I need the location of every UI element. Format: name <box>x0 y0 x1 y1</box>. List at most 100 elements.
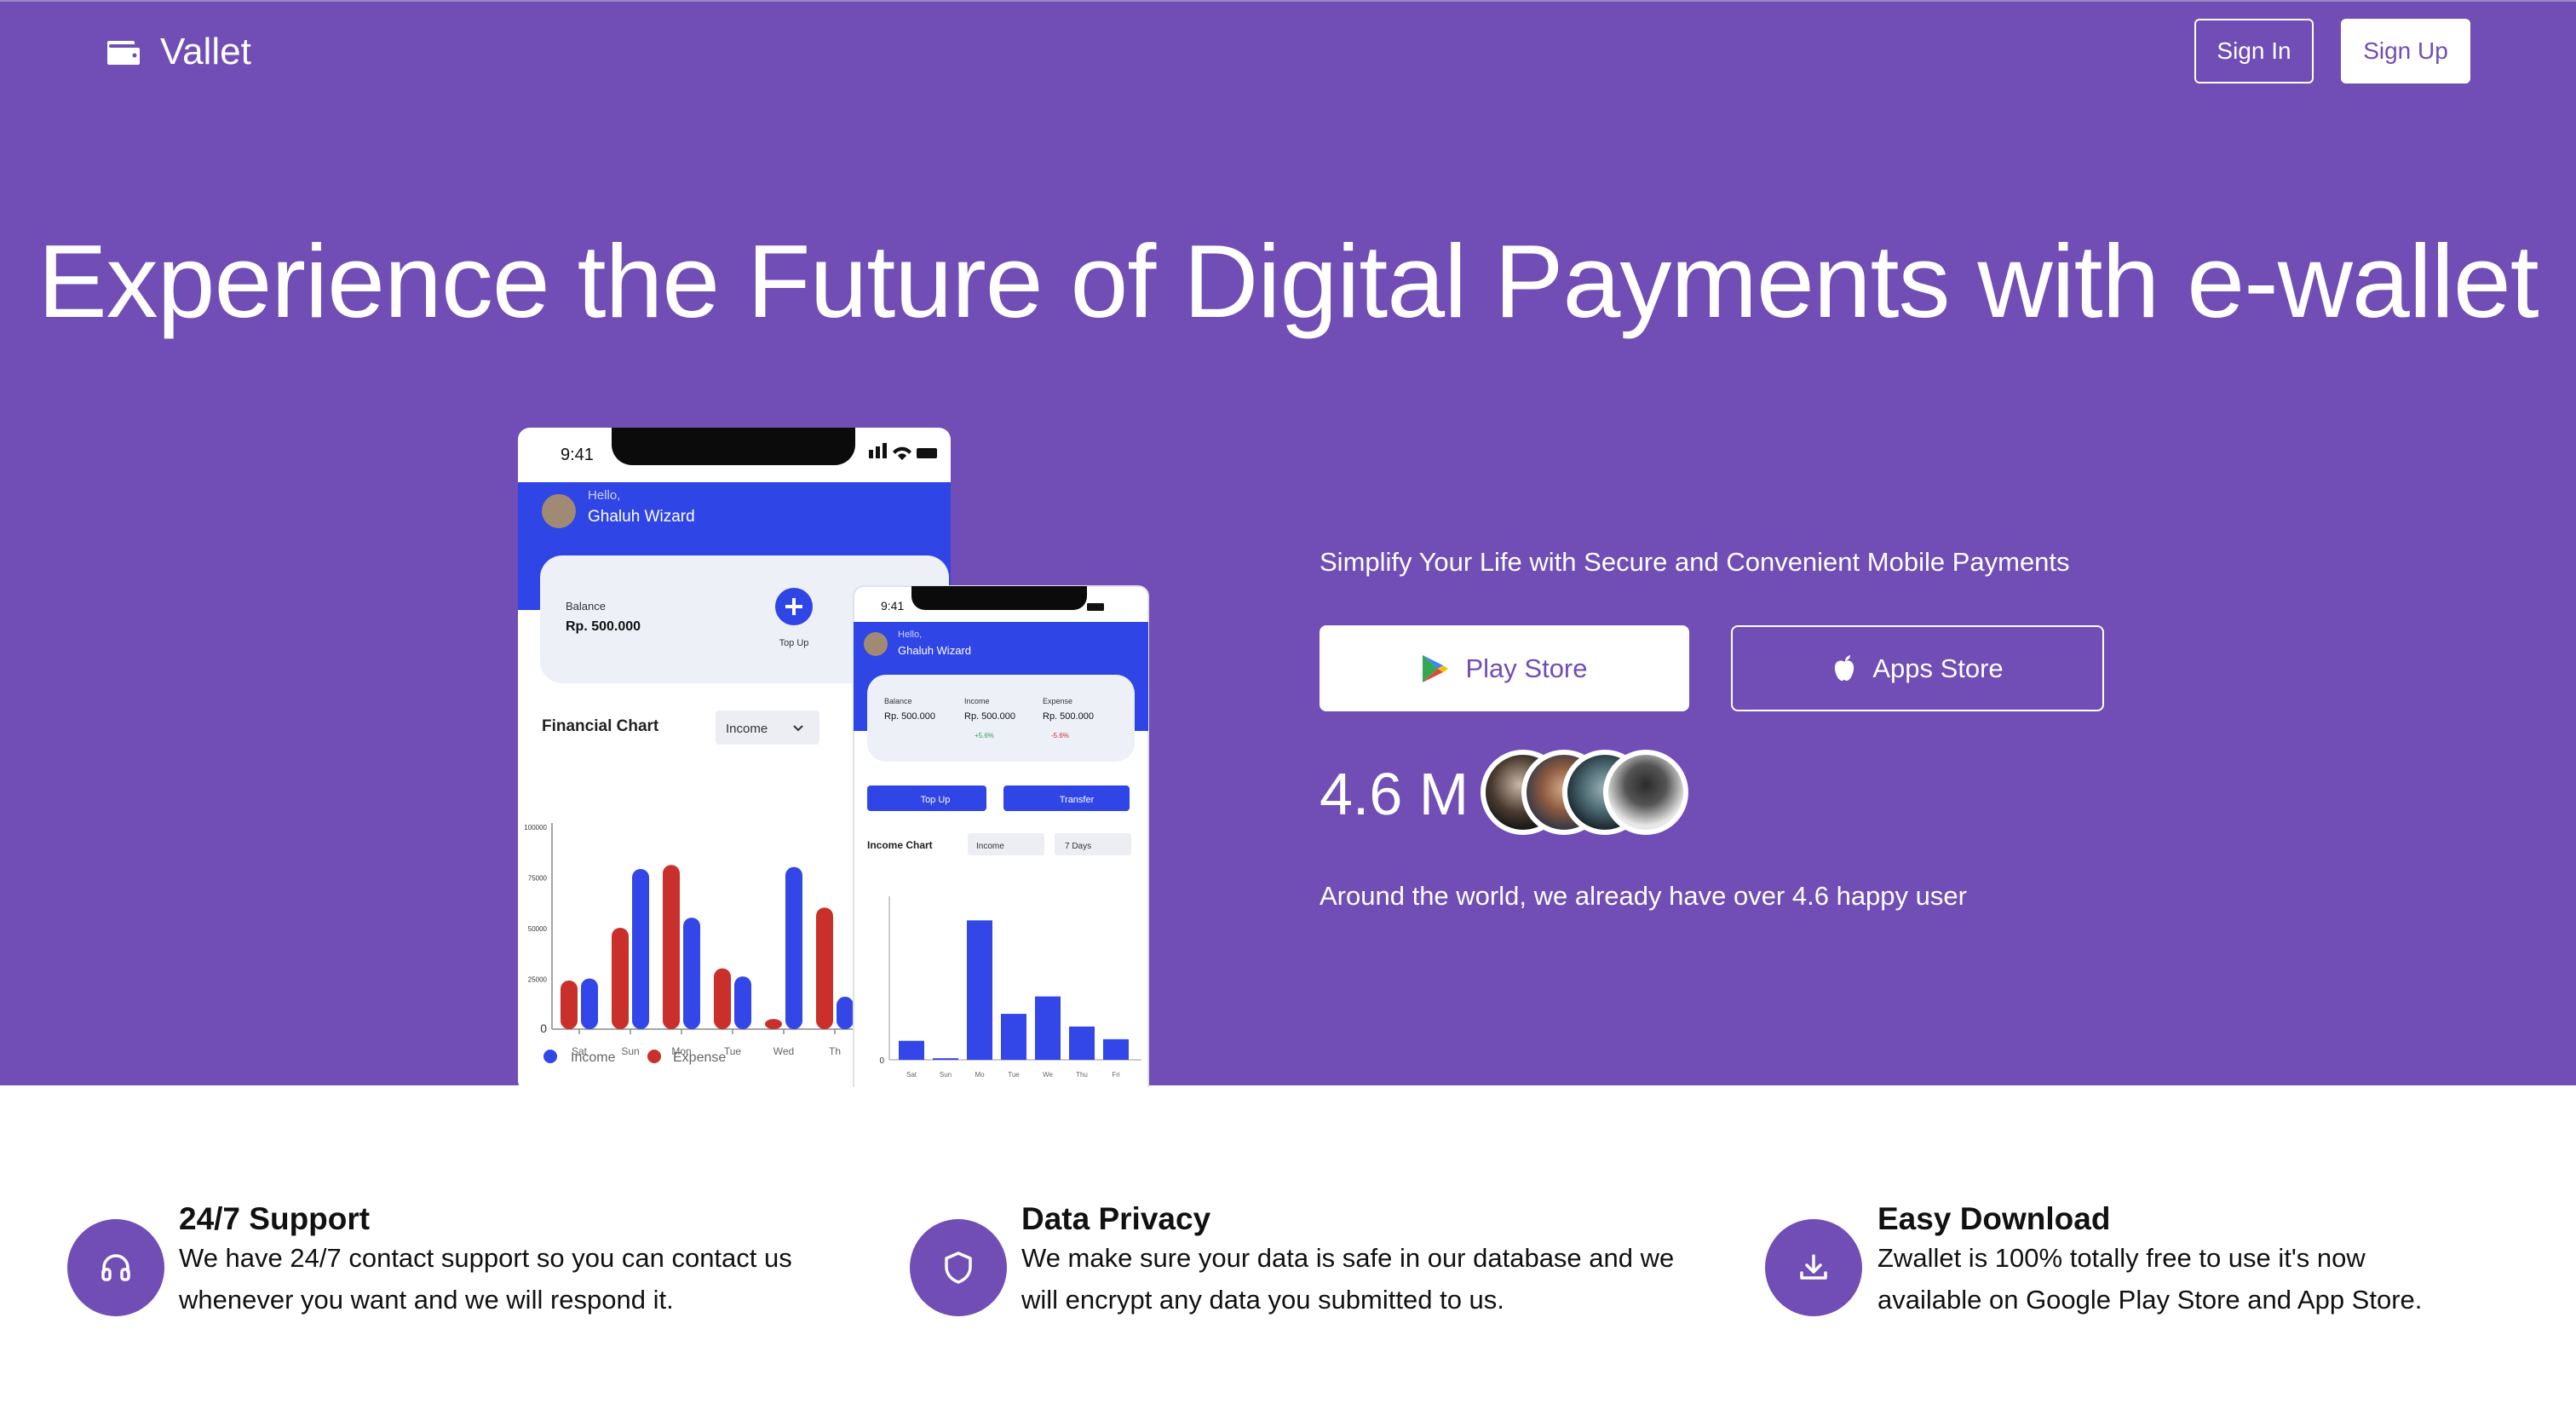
sign-in-button[interactable]: Sign In <box>2194 19 2314 83</box>
apps-store-label: Apps Store <box>1872 653 2004 683</box>
income-bar <box>785 866 802 1029</box>
income-bar <box>967 920 992 1060</box>
small-income-label: Income <box>964 697 990 705</box>
large-phone-balance-label: Balance <box>566 600 606 613</box>
x-tick-label: Wed <box>773 1045 794 1057</box>
small-topup-button: Top Up <box>921 795 951 805</box>
users-count: 4.6 M <box>1320 761 1469 827</box>
feature-privacy-title: Data Privacy <box>1021 1201 1211 1236</box>
shield-icon <box>945 1252 972 1284</box>
expense-bar <box>561 980 578 1029</box>
feature-download-badge <box>1765 1219 1862 1316</box>
x-tick-label: Fri <box>1112 1071 1120 1079</box>
user-avatars <box>1481 750 1688 835</box>
feature-support-title: 24/7 Support <box>179 1201 371 1236</box>
x-tick-label: Sun <box>940 1071 952 1079</box>
wallet-icon <box>107 41 140 65</box>
large-phone-balance: Rp. 500.000 <box>566 619 641 634</box>
brand[interactable]: Vallet <box>106 31 251 73</box>
expense-bar <box>714 968 731 1029</box>
feature-privacy-text: We make sure your data is safe in our da… <box>1021 1237 1720 1321</box>
feature-download-title: Easy Download <box>1877 1201 2111 1236</box>
x-tick-label: Th <box>829 1045 841 1057</box>
small-income-change: +5.6% <box>975 732 994 739</box>
phone-mockups: 9:41 Hello, Ghaluh Wizard Balance Rp. 50… <box>518 428 1149 1087</box>
large-phone-topup: Top Up <box>779 638 809 648</box>
large-legend-income: Income <box>571 1050 616 1065</box>
income-bar <box>1069 1026 1095 1060</box>
small-expense-change: -5.6% <box>1051 732 1069 739</box>
large-phone-chart-title: Financial Chart <box>542 717 659 735</box>
x-tick-label: Sat <box>906 1071 917 1079</box>
x-tick-label: Tue <box>1008 1071 1020 1079</box>
income-bar <box>632 868 649 1029</box>
expense-bar <box>765 1019 782 1029</box>
hero-tagline: Simplify Your Life with Secure and Conve… <box>1320 547 2070 577</box>
y-tick-label: 100000 <box>524 824 547 831</box>
features-section: 24/7 Support We have 24/7 contact suppor… <box>0 1085 2576 1404</box>
avatar <box>1603 750 1688 835</box>
small-dropdown-1: Income <box>976 842 1004 851</box>
income-bar <box>734 976 751 1029</box>
apps-store-button[interactable]: Apps Store <box>1731 625 2104 711</box>
brand-name: Vallet <box>160 31 251 72</box>
income-bar <box>683 918 700 1029</box>
y-tick-label: 0 <box>540 1021 547 1035</box>
large-phone-greeting: Hello, <box>588 488 620 503</box>
expense-bar <box>816 907 833 1029</box>
x-tick-label: Thu <box>1076 1071 1088 1079</box>
small-balance-label: Balance <box>884 697 912 705</box>
small-expense: Rp. 500.000 <box>1043 711 1094 722</box>
large-phone-time: 9:41 <box>561 446 594 464</box>
y-tick-label: 25000 <box>528 976 548 984</box>
y-tick-label: 75000 <box>528 875 548 883</box>
income-bar <box>837 996 854 1029</box>
small-balance: Rp. 500.000 <box>884 711 935 722</box>
x-tick-label: We <box>1043 1071 1053 1079</box>
feature-download-line-2: available on Google Play Store and App S… <box>1877 1285 2423 1315</box>
small-dropdown-2: 7 Days <box>1065 842 1091 851</box>
feature-support-line-1: We have 24/7 contact support so you can … <box>179 1243 792 1273</box>
small-phone-time: 9:41 <box>881 599 904 613</box>
happy-users-text: Around the world, we already have over 4… <box>1320 881 1967 911</box>
sign-up-button[interactable]: Sign Up <box>2341 19 2470 83</box>
large-phone-dropdown: Income <box>726 722 768 736</box>
feature-privacy-line-2: will encrypt any data you submitted to u… <box>1021 1285 1504 1315</box>
income-bar <box>581 978 598 1029</box>
small-phone: 9:41 Hello, Ghaluh Wizard Balance Rp. 50… <box>853 585 1149 1087</box>
expense-bar <box>663 865 680 1029</box>
large-legend-expense: Expense <box>673 1050 726 1065</box>
x-tick-label: Tue <box>724 1045 742 1057</box>
income-bar <box>899 1040 924 1060</box>
feature-support-text: We have 24/7 contact support so you can … <box>179 1237 877 1321</box>
expense-bar <box>612 928 629 1029</box>
download-icon <box>1800 1254 1827 1280</box>
small-income: Rp. 500.000 <box>964 711 1015 722</box>
y-tick-label: 50000 <box>528 925 548 933</box>
feature-support-badge <box>67 1219 164 1316</box>
small-chart-title: Income Chart <box>867 839 933 851</box>
hero-section: Vallet Sign In Sign Up Experience the Fu… <box>0 0 2576 1087</box>
small-expense-label: Expense <box>1043 697 1072 705</box>
small-phone-user: Ghaluh Wizard <box>898 644 971 657</box>
apple-icon <box>1835 654 1854 681</box>
feature-privacy-badge <box>910 1219 1007 1316</box>
feature-privacy-line-1: We make sure your data is safe in our da… <box>1021 1243 1675 1273</box>
income-bar <box>1001 1014 1026 1060</box>
small-phone-greeting: Hello, <box>898 630 922 640</box>
x-tick-label: Mo <box>975 1071 985 1079</box>
feature-download-line-1: Zwallet is 100% totally free to use it's… <box>1877 1243 2366 1273</box>
income-bar <box>1103 1039 1129 1060</box>
small-transfer-button: Transfer <box>1060 795 1095 805</box>
feature-support-line-2: whenever you want and we will respond it… <box>179 1285 674 1315</box>
income-bar <box>1035 996 1061 1060</box>
hero-headline: Experience the Future of Digital Payment… <box>37 223 2539 339</box>
play-store-icon <box>1423 654 1449 682</box>
headphones-icon <box>101 1254 130 1281</box>
large-phone-user: Ghaluh Wizard <box>588 508 695 526</box>
x-tick-label: Sun <box>621 1045 639 1057</box>
income-bar <box>933 1058 958 1060</box>
play-store-button[interactable]: Play Store <box>1320 625 1689 711</box>
play-store-label: Play Store <box>1465 653 1588 683</box>
y-tick-label: 0 <box>879 1056 884 1066</box>
